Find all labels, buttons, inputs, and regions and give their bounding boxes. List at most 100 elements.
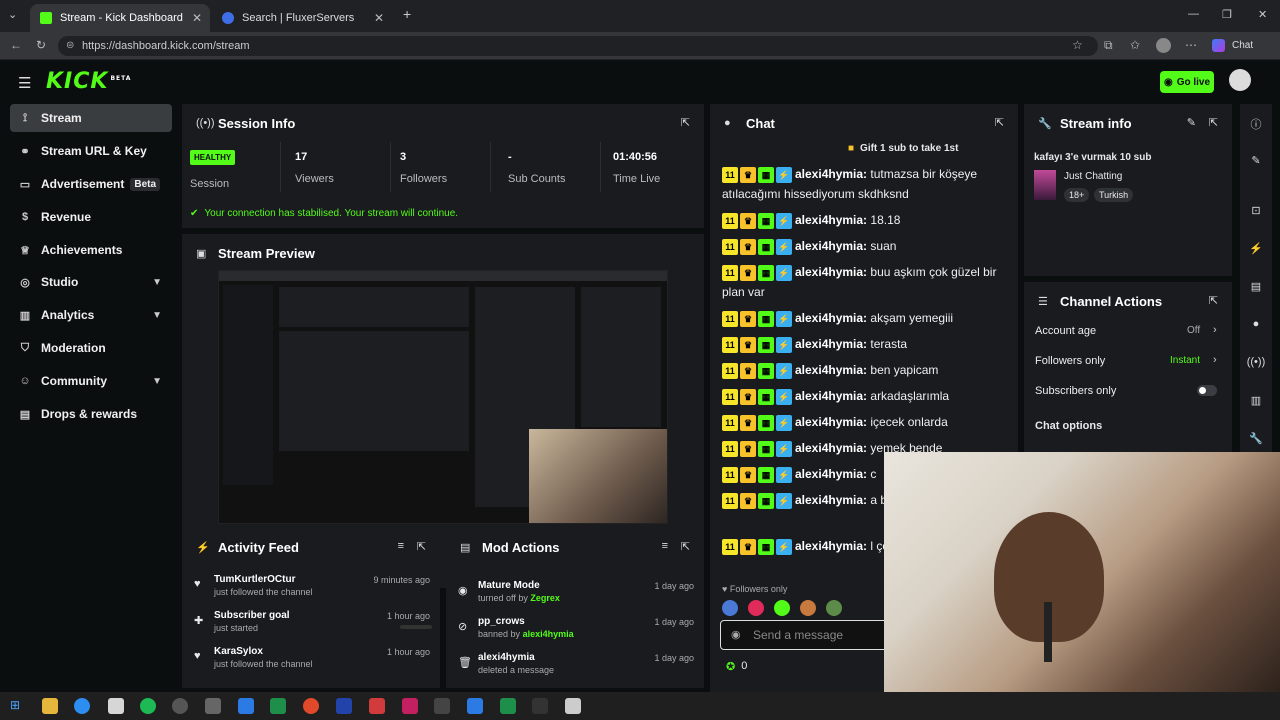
emote-icon[interactable]	[722, 600, 738, 616]
chat-icon[interactable]: ●	[1240, 318, 1272, 330]
sidebar-item-revenue[interactable]: $ Revenue	[10, 203, 172, 231]
chat-badge-icon[interactable]: ▦	[758, 388, 774, 405]
chat-badge-icon[interactable]: ▦	[758, 238, 774, 255]
chat-badge-icon[interactable]: 11	[722, 310, 738, 327]
chat-badge-icon[interactable]: ♛	[740, 166, 756, 183]
chat-badge-icon[interactable]: 11	[722, 388, 738, 405]
emote-icon[interactable]	[800, 600, 816, 616]
chat-username[interactable]: alexi4hymia:	[795, 467, 867, 481]
chevron-right-icon[interactable]: ›	[1213, 324, 1217, 336]
sidebar-item-community[interactable]: ☺ Community ▼	[10, 367, 172, 395]
chat-username[interactable]: alexi4hymia:	[795, 363, 867, 377]
chat-badge-icon[interactable]: ▦	[758, 466, 774, 483]
chat-label[interactable]: Chat	[1232, 40, 1253, 51]
hamburger-menu-icon[interactable]: ☰	[18, 74, 31, 92]
sidebar-item-drops-rewards[interactable]: ▤ Drops & rewards	[10, 400, 172, 428]
filter-icon[interactable]: ≡	[398, 540, 404, 552]
new-tab-icon[interactable]: +	[403, 6, 411, 22]
stream-preview-video[interactable]	[218, 270, 668, 524]
extensions-icon[interactable]: ⧉	[1104, 38, 1113, 53]
broadcast-icon[interactable]: ((•))	[1240, 356, 1272, 368]
chat-username[interactable]: alexi4hymia:	[795, 539, 867, 553]
chat-badge-icon[interactable]: ♛	[740, 362, 756, 379]
category-name[interactable]: Just Chatting	[1064, 171, 1122, 182]
back-icon[interactable]: ←	[10, 38, 22, 52]
edge-browser-icon[interactable]	[74, 698, 90, 714]
document-icon[interactable]: ▤	[1240, 280, 1272, 293]
chat-badge-icon[interactable]: 11	[722, 440, 738, 457]
site-info-icon[interactable]: ⊜	[66, 36, 74, 56]
chat-username[interactable]: alexi4hymia:	[795, 415, 867, 429]
address-bar[interactable]: ⊜ https://dashboard.kick.com/stream	[58, 36, 1098, 56]
chat-badge-icon[interactable]: ⚡	[776, 440, 792, 457]
mod-actor[interactable]: Zegrex	[530, 593, 560, 603]
spotify-icon[interactable]	[140, 698, 156, 714]
chat-badge-icon[interactable]: ▦	[758, 414, 774, 431]
chat-badge-icon[interactable]: ⚡	[776, 466, 792, 483]
bolt-icon[interactable]: ⚡	[1240, 242, 1272, 255]
bookmark-star-icon[interactable]: ☆	[1072, 38, 1083, 52]
chat-badge-icon[interactable]: ▦	[758, 492, 774, 509]
chat-badge-icon[interactable]: ▦	[758, 538, 774, 555]
notepad-icon[interactable]	[108, 698, 124, 714]
app-icon[interactable]	[434, 698, 450, 714]
wrench-icon[interactable]: 🔧	[1240, 432, 1272, 445]
sidebar-item-stream[interactable]: ⟟ Stream	[10, 104, 172, 132]
chat-badge-icon[interactable]: 11	[722, 414, 738, 431]
chat-badge-icon[interactable]: ⚡	[776, 336, 792, 353]
restore-icon[interactable]: ❐	[1222, 8, 1232, 21]
sidebar-item-moderation[interactable]: ⛉ Moderation	[10, 334, 172, 362]
chat-badge-icon[interactable]: 11	[722, 538, 738, 555]
edit-icon[interactable]: ✎	[1187, 116, 1196, 129]
sidebar-item-stream-url-key[interactable]: ⚭ Stream URL & Key	[10, 137, 172, 165]
emote-icon[interactable]	[774, 600, 790, 616]
popout-icon[interactable]: ⇱	[681, 540, 690, 553]
sidebar-item-achievements[interactable]: ♕ Achievements	[10, 236, 172, 264]
sidebar-item-studio[interactable]: ◎ Studio ▼	[10, 268, 172, 296]
more-menu-icon[interactable]: ⋯	[1185, 38, 1197, 52]
file-explorer-icon[interactable]	[42, 698, 58, 714]
chat-username[interactable]: alexi4hymia:	[795, 167, 867, 181]
chat-username[interactable]: alexi4hymia:	[795, 213, 867, 227]
chat-username[interactable]: alexi4hymia:	[795, 441, 867, 455]
app-icon[interactable]	[500, 698, 516, 714]
chat-badge-icon[interactable]: ♛	[740, 336, 756, 353]
popout-icon[interactable]: ⇱	[417, 540, 426, 553]
sidebar-item-advertisement[interactable]: ▭ Advertisement Beta	[10, 170, 172, 198]
chat-badge-icon[interactable]: ▦	[758, 166, 774, 183]
chat-badge-icon[interactable]: ⚡	[776, 492, 792, 509]
chevron-right-icon[interactable]: ›	[1213, 354, 1217, 366]
chat-badge-icon[interactable]: ⚡	[776, 362, 792, 379]
pencil-icon[interactable]: ✎	[1240, 154, 1272, 167]
chat-username[interactable]: alexi4hymia:	[795, 239, 867, 253]
emote-icon[interactable]	[748, 600, 764, 616]
kick-logo[interactable]: KICK BETA	[46, 69, 131, 94]
chat-badge-icon[interactable]: ♛	[740, 212, 756, 229]
chat-badge-icon[interactable]: ▦	[758, 264, 774, 281]
chat-badge-icon[interactable]: ♛	[740, 264, 756, 281]
tab-fluxerservers[interactable]: Search | FluxerServers ✕	[212, 4, 392, 32]
tab-list-icon[interactable]: ⌄	[8, 8, 17, 21]
chat-username[interactable]: alexi4hymia:	[795, 265, 867, 279]
chat-badge-icon[interactable]: 11	[722, 336, 738, 353]
popout-icon[interactable]: ⇱	[1209, 116, 1218, 129]
chat-badge-icon[interactable]: 11	[722, 166, 738, 183]
camera-icon[interactable]: ⊡	[1240, 204, 1272, 217]
chat-badge-icon[interactable]: 11	[722, 466, 738, 483]
chat-badge-icon[interactable]: ⚡	[776, 212, 792, 229]
chat-badge-icon[interactable]: ▦	[758, 212, 774, 229]
emote-icon[interactable]	[826, 600, 842, 616]
chat-badge-icon[interactable]: ♛	[740, 538, 756, 555]
app-icon[interactable]	[565, 698, 581, 714]
chat-username[interactable]: alexi4hymia:	[795, 311, 867, 325]
chat-badge-icon[interactable]: ⚡	[776, 238, 792, 255]
chat-badge-icon[interactable]: ⚡	[776, 388, 792, 405]
tag-badge[interactable]: 18+	[1064, 188, 1090, 202]
chat-badge-icon[interactable]: ♛	[740, 388, 756, 405]
account-age-value[interactable]: Off	[1187, 325, 1200, 336]
popout-icon[interactable]: ⇱	[1209, 294, 1218, 307]
app-icon[interactable]	[402, 698, 418, 714]
info-icon[interactable]: ⓘ	[1240, 116, 1272, 132]
app-icon[interactable]	[336, 698, 352, 714]
popout-icon[interactable]: ⇱	[681, 116, 690, 129]
